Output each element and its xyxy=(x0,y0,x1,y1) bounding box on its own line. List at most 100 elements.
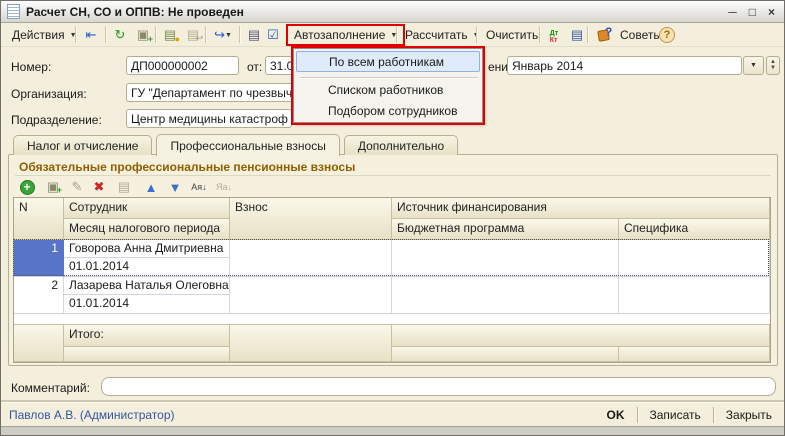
clear-button[interactable]: Очистить xyxy=(480,25,544,45)
menu-item-all-employees[interactable]: По всем работникам xyxy=(296,51,480,72)
dt-kt-movements-icon[interactable]: Дт Кт xyxy=(543,25,565,45)
period-spinner[interactable]: ▲ ▼ xyxy=(766,56,780,75)
comment-label: Комментарий: xyxy=(11,381,90,395)
edit-row-button[interactable]: ✎ xyxy=(67,178,87,196)
autofill-dropdown-menu: По всем работникам Списком работников По… xyxy=(293,48,483,123)
window-title: Расчет СН, СО и ОППВ: Не проведен xyxy=(26,5,244,19)
create-based-on-icon[interactable]: ↪ ▼ xyxy=(209,25,237,45)
calculate-label: Рассчитать xyxy=(405,28,468,42)
contribution-cell[interactable] xyxy=(230,277,392,314)
toolbar-separator xyxy=(205,26,206,43)
column-header-budget-program[interactable]: Бюджетная программа xyxy=(392,219,619,240)
section-divider xyxy=(15,175,771,176)
contribution-cell[interactable] xyxy=(230,240,392,277)
help-glyph: ? xyxy=(659,27,675,43)
budget-program-cell[interactable] xyxy=(392,240,619,277)
toolbar-separator xyxy=(476,26,477,43)
sort-asc-button[interactable]: Ая↓ xyxy=(189,178,209,196)
month-cell[interactable]: 01.01.2014 xyxy=(64,295,230,314)
button-separator xyxy=(637,407,638,423)
report-icon[interactable]: ▤ xyxy=(566,25,588,45)
toolbar-separator xyxy=(239,26,240,43)
menu-item-employee-list[interactable]: Списком работников xyxy=(296,80,480,101)
post-with-movements-icon[interactable]: ▤ ● xyxy=(159,25,181,45)
coin-glyph: ● xyxy=(175,34,180,44)
copy-row-button[interactable]: ▣ + xyxy=(43,178,63,196)
totals-n-cell xyxy=(14,325,64,362)
plus-glyph: + xyxy=(148,34,153,44)
tab-tax-and-deduction[interactable]: Налог и отчисление xyxy=(13,135,152,155)
calculate-button[interactable]: Рассчитать ▼ xyxy=(399,25,486,45)
totals-contribution-cell xyxy=(230,325,392,362)
title-bar: Расчет СН, СО и ОППВ: Не проведен ─ □ × xyxy=(1,1,784,23)
tips-book-icon: ? xyxy=(597,26,615,44)
toolbar-separator xyxy=(75,26,76,43)
column-header-contribution[interactable]: Взнос xyxy=(230,198,392,240)
button-separator xyxy=(713,407,714,423)
tab-professional-contributions[interactable]: Профессиональные взносы xyxy=(156,134,339,156)
row-number-cell[interactable]: 1 xyxy=(14,240,64,277)
move-up-button[interactable]: ▲ xyxy=(141,178,161,196)
based-on-glyph: ↪ xyxy=(214,27,225,43)
period-dropdown-button[interactable]: ▼ xyxy=(743,56,764,75)
move-down-button[interactable]: ▼ xyxy=(165,178,185,196)
column-header-employee[interactable]: Сотрудник xyxy=(64,198,230,219)
period-field[interactable]: Январь 2014 xyxy=(507,56,742,75)
help-icon[interactable]: ? xyxy=(656,25,678,45)
items-visibility-icon[interactable]: ☑ xyxy=(262,25,284,45)
table-empty-area[interactable] xyxy=(14,314,770,325)
clear-label: Очистить xyxy=(486,28,538,42)
sort-desc-button[interactable]: Яа↓ xyxy=(214,178,234,196)
totals-budget-program-cell xyxy=(392,347,619,362)
chevron-down-icon: ▼ xyxy=(750,62,757,69)
employee-cell[interactable]: Говорова Анна Дмитриевна xyxy=(64,240,230,258)
ok-button[interactable]: OK xyxy=(603,406,629,424)
department-label: Подразделение: xyxy=(11,113,102,127)
delete-row-button[interactable]: ✖ xyxy=(89,178,109,196)
number-field[interactable]: ДП000000002 xyxy=(126,56,239,75)
employee-cell[interactable]: Лазарева Наталья Олеговна xyxy=(64,277,230,295)
specifics-cell[interactable] xyxy=(619,240,770,277)
undo-posting-icon[interactable]: ▤ ↩ xyxy=(182,25,204,45)
row-number-cell[interactable]: 2 xyxy=(14,277,64,314)
refresh-icon[interactable]: ↻ xyxy=(109,25,131,45)
comment-field[interactable] xyxy=(101,377,776,396)
column-header-source[interactable]: Источник финансирования xyxy=(392,198,770,219)
copy-add-icon[interactable]: ▣ + xyxy=(132,25,154,45)
month-cell[interactable]: 01.01.2014 xyxy=(64,258,230,277)
toolbar-separator xyxy=(539,26,540,43)
tab-additional[interactable]: Дополнительно xyxy=(344,135,458,155)
number-label: Номер: xyxy=(11,60,51,74)
plus-icon: + xyxy=(20,180,35,195)
specifics-cell[interactable] xyxy=(619,277,770,314)
post-document-icon[interactable]: ⇤ xyxy=(80,25,102,45)
finish-edit-button[interactable]: ▤ xyxy=(114,178,134,196)
toolbar-separator xyxy=(396,26,397,43)
date-label: от: xyxy=(247,60,262,74)
autofill-label: Автозаполнение xyxy=(294,28,385,42)
undo-arrow-glyph: ↩ xyxy=(195,33,203,44)
current-user-link[interactable]: Павлов А.В. (Администратор) xyxy=(9,408,175,422)
menu-item-pick-employees[interactable]: Подбором сотрудников xyxy=(296,101,480,122)
add-row-button[interactable]: + xyxy=(17,178,37,196)
minimize-button[interactable]: ─ xyxy=(728,5,737,19)
maximize-button[interactable]: □ xyxy=(749,5,756,19)
document-window: Расчет СН, СО и ОППВ: Не проведен ─ □ × … xyxy=(0,0,785,436)
close-button[interactable]: × xyxy=(768,5,775,19)
column-header-specifics[interactable]: Специфика xyxy=(619,219,770,240)
save-button[interactable]: Записать xyxy=(646,406,705,424)
budget-program-cell[interactable] xyxy=(392,277,619,314)
close-form-button[interactable]: Закрыть xyxy=(722,406,776,424)
toolbar-separator xyxy=(155,26,156,43)
plus-glyph: + xyxy=(57,185,62,195)
department-field[interactable]: Центр медицины катастроф xyxy=(126,109,292,128)
spinner-down-icon: ▼ xyxy=(770,66,776,71)
actions-label: Действия xyxy=(12,28,65,42)
column-header-month[interactable]: Месяц налогового периода xyxy=(64,219,230,240)
autofill-button[interactable]: Автозаполнение ▼ xyxy=(286,24,405,46)
toolbar-separator xyxy=(105,26,106,43)
column-header-n[interactable]: N xyxy=(14,198,64,240)
totals-sub-cell xyxy=(64,347,230,362)
actions-button[interactable]: Действия ▼ xyxy=(6,25,83,45)
tab-strip: Налог и отчисление Профессиональные взно… xyxy=(13,134,458,155)
